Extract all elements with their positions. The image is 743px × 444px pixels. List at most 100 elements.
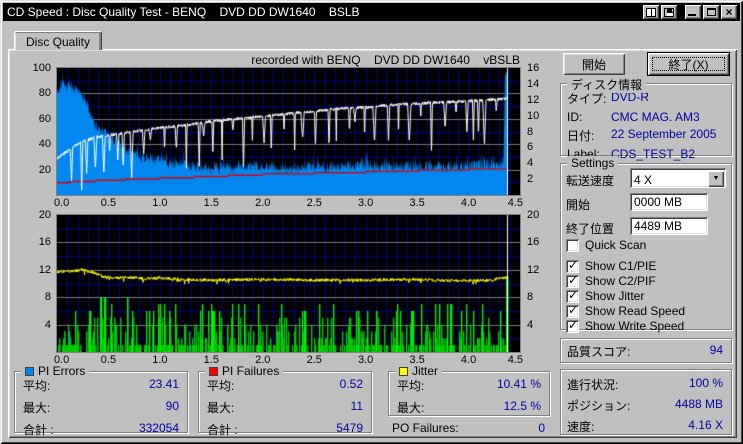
- disc-info-title: ディスク情報: [571, 78, 643, 92]
- settings-title: Settings: [571, 156, 615, 170]
- axis-tick-label: 4.0: [460, 354, 477, 366]
- pi-errors-title: PI Errors: [38, 364, 86, 378]
- checkbox-box[interactable]: [566, 258, 579, 273]
- top-right-axis: 16 14 12 10 8 6 4 2: [524, 62, 550, 189]
- quality-chart-bottom: [56, 214, 521, 353]
- checkbox-box[interactable]: [566, 238, 579, 252]
- quality-score-label: 品質スコア:: [567, 345, 631, 359]
- pi-failures-box: PI Failures 平均: 0.52 最大: 11 合計 : 5479: [198, 364, 372, 437]
- axis-tick-label: 2.0: [255, 197, 271, 209]
- pi-errors-swatch: [25, 366, 34, 376]
- speed-combobox[interactable]: 4 X ▼: [630, 168, 726, 188]
- pi-failures-total: 5479: [336, 421, 363, 435]
- focus-rect: [652, 57, 725, 71]
- axis-tick-label: 2.5: [306, 197, 322, 209]
- speed-readout-label: 速度:: [567, 420, 595, 434]
- axis-tick-label: 8: [527, 291, 534, 304]
- po-failures-row: PO Failures: 0: [392, 421, 545, 435]
- checkbox-quick-scan[interactable]: Quick Scan: [566, 238, 646, 252]
- axis-tick-label: 12: [527, 93, 540, 106]
- app-window: CD Speed : Disc Quality Test - BENQ DVD …: [0, 0, 743, 444]
- axis-tick-label: 0.5: [100, 354, 117, 366]
- axis-tick-label: 4: [44, 318, 51, 331]
- axis-tick-label: 16: [527, 62, 540, 74]
- position-value: 4488 MB: [674, 397, 723, 411]
- speed-readout-value: 4.16 X: [688, 418, 723, 432]
- max-label: 最大:: [207, 401, 235, 415]
- max-label: 最大:: [397, 401, 425, 415]
- quality-chart-bottom-canvas: [56, 214, 521, 353]
- axis-tick-label: 6: [527, 141, 534, 154]
- axis-tick-label: 4: [527, 157, 534, 170]
- checkbox-show-jitter[interactable]: Show Jitter: [566, 288, 645, 303]
- pi-errors-box: PI Errors 平均: 23.41 最大: 90 合計 : 332054: [14, 364, 188, 437]
- axis-tick-label: 20: [527, 209, 540, 221]
- axis-tick-label: 2: [527, 173, 534, 186]
- maximize-button[interactable]: [703, 5, 719, 19]
- checkbox-label: Show Jitter: [585, 289, 645, 303]
- po-failures-value: 0: [538, 421, 545, 435]
- checkbox-show-c2-pif[interactable]: Show C2/PIF: [566, 273, 656, 288]
- axis-tick-label: 3.5: [409, 197, 425, 209]
- checkbox-box[interactable]: [566, 273, 579, 288]
- checkbox-box[interactable]: [566, 288, 579, 303]
- maximize-icon: [706, 8, 716, 16]
- checkbox-show-read-speed[interactable]: Show Read Speed: [566, 303, 686, 318]
- max-label: 最大:: [23, 401, 51, 415]
- axis-tick-label: 4.5: [507, 197, 524, 209]
- checkbox-show-c1-pie[interactable]: Show C1/PIE: [566, 258, 657, 273]
- axis-tick-label: 0.5: [100, 197, 117, 209]
- jitter-max: 12.5 %: [503, 399, 541, 413]
- axis-tick-label: 16: [38, 236, 51, 249]
- axis-tick-label: 20: [38, 209, 51, 221]
- progress-value: 100 %: [688, 376, 723, 390]
- axis-tick-label: 1.5: [203, 197, 219, 209]
- position-label: ポジション:: [567, 399, 631, 413]
- pi-errors-total: 332054: [138, 421, 179, 435]
- pi-errors-avg: 23.41: [148, 377, 179, 391]
- po-failures-label: PO Failures:: [392, 421, 459, 435]
- exit-button[interactable]: 終了(X): [647, 52, 730, 76]
- top-left-axis: 100 80 60 40 20: [20, 62, 53, 189]
- axis-tick-label: 14: [527, 77, 540, 90]
- checkbox-label: Quick Scan: [585, 238, 647, 252]
- speed-value: 4 X: [634, 172, 653, 187]
- axis-tick-label: 8: [527, 125, 534, 138]
- axis-tick-label: 12: [527, 263, 540, 276]
- pi-errors-max: 90: [165, 399, 179, 413]
- close-icon: ×: [725, 5, 733, 19]
- chevron-down-icon[interactable]: ▼: [708, 170, 724, 187]
- checkbox-label: Show C1/PIE: [585, 259, 657, 273]
- total-label: 合計 :: [23, 423, 54, 437]
- axis-tick-label: 4: [527, 318, 534, 331]
- disc-id-label: ID:: [567, 110, 583, 124]
- report-button[interactable]: [643, 5, 659, 19]
- disc-info-box: ディスク情報 タイプ: DVD-R ID: CMC MAG. AM3 日付: 22 S…: [560, 76, 732, 161]
- axis-tick-label: 12: [38, 263, 51, 276]
- report-icon: [646, 7, 656, 17]
- close-button[interactable]: ×: [721, 5, 737, 19]
- progress-label: 進行状況:: [567, 378, 619, 392]
- pi-failures-avg: 0.52: [339, 377, 363, 391]
- checkbox-box[interactable]: [566, 303, 579, 318]
- pi-failures-max: 11: [350, 399, 363, 413]
- title-bar[interactable]: CD Speed : Disc Quality Test - BENQ DVD …: [3, 3, 740, 21]
- quality-chart-top: [56, 67, 521, 196]
- axis-tick-label: 16: [527, 236, 540, 249]
- quality-score-box: 品質スコア: 94: [560, 338, 732, 363]
- start-button[interactable]: 開始: [563, 53, 625, 75]
- tab-disc-quality[interactable]: Disc Quality: [14, 31, 102, 50]
- save-button[interactable]: [661, 5, 677, 19]
- axis-tick-label: 20: [38, 163, 51, 176]
- quality-score-value: 94: [709, 343, 723, 357]
- end-pos-input[interactable]: 4489 MB: [630, 217, 708, 235]
- start-pos-input[interactable]: 0000 MB: [630, 193, 708, 211]
- bottom-x-axis: 0.0 0.5 1.0 1.5 2.0 2.5 3.0 3.5 4.0 4.5: [54, 354, 524, 367]
- checkbox-box[interactable]: [566, 318, 579, 333]
- checkbox-label: Show Read Speed: [585, 304, 686, 318]
- checkbox-show-write-speed[interactable]: Show Write Speed: [566, 318, 684, 333]
- minimize-button[interactable]: [685, 5, 701, 19]
- axis-tick-label: 4.5: [507, 354, 524, 366]
- disc-id-value: CMC MAG. AM3: [611, 110, 700, 124]
- progress-box: 進行状況: 100 % ポジション: 4488 MB 速度: 4.16 X: [560, 369, 732, 435]
